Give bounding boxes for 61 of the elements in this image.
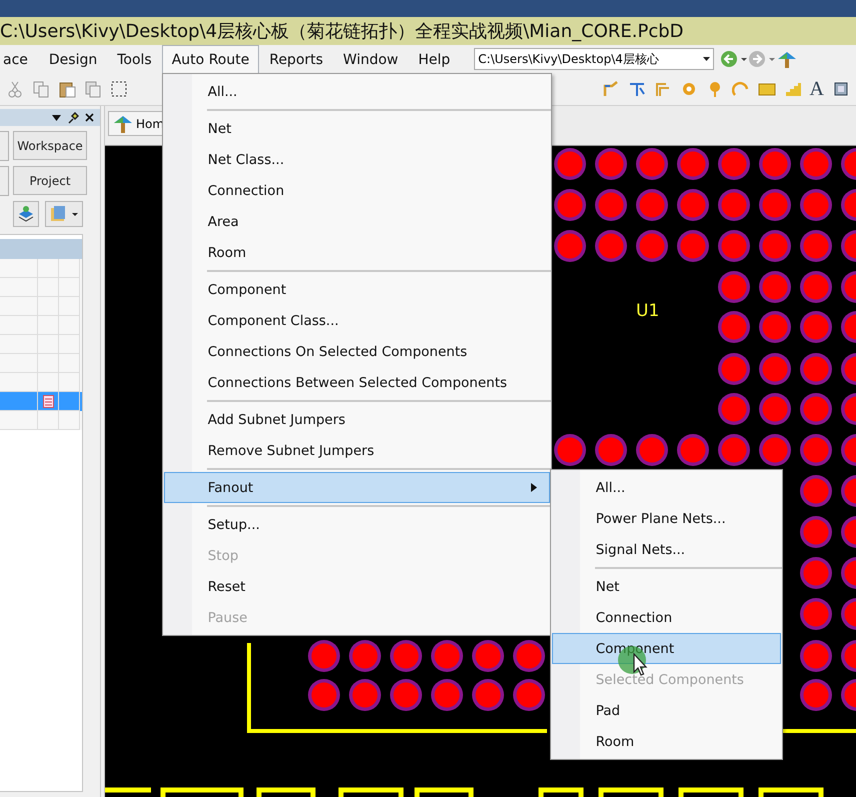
dropdown-caret-icon[interactable] (52, 114, 61, 120)
dropdown-caret-icon[interactable] (703, 57, 710, 61)
menu-bar-item[interactable]: Reports (259, 45, 334, 73)
text-tool-icon[interactable]: A (810, 78, 824, 100)
route-icon[interactable] (628, 80, 646, 98)
submenu-arrow-icon (530, 483, 537, 492)
forward-arrow-icon[interactable] (748, 50, 776, 68)
panel-button-edge[interactable] (0, 131, 9, 161)
menu-item[interactable]: Connections Between Selected Components (164, 367, 550, 398)
path-dropdown[interactable]: C:\Users\Kivy\Desktop\4层核心 (474, 48, 714, 70)
menu-bar-item[interactable]: Window (333, 45, 408, 73)
layer-stack-icon[interactable] (13, 201, 39, 227)
menu-item[interactable]: Remove Subnet Jumpers (164, 435, 550, 466)
menu-item[interactable]: Net (552, 571, 781, 602)
menu-item[interactable]: Power Plane Nets... (552, 503, 781, 534)
component-icon[interactable] (832, 80, 850, 98)
menu-item[interactable]: All... (164, 76, 550, 107)
menu-item[interactable]: Add Subnet Jumpers (164, 404, 550, 435)
menu-item[interactable]: Connection (164, 175, 550, 206)
home-icon (113, 114, 133, 132)
menu-item[interactable]: Reset (164, 571, 550, 602)
copy-icon[interactable] (32, 80, 50, 98)
menu-bar-item[interactable]: Help (408, 45, 460, 73)
panel-button[interactable]: Project (13, 166, 87, 195)
menu-bar-item[interactable]: Auto Route (162, 45, 260, 73)
menu-item[interactable]: Setup... (164, 509, 550, 540)
back-arrow-icon[interactable] (720, 50, 748, 68)
menu-item[interactable]: Connections On Selected Components (164, 336, 550, 367)
menu-item[interactable]: Net (164, 113, 550, 144)
menu-bar-item[interactable]: ace (0, 45, 39, 73)
home-icon[interactable] (776, 50, 798, 68)
route-icon[interactable] (602, 80, 620, 98)
menu-item[interactable]: Signal Nets... (552, 534, 781, 565)
window-title: C:\Users\Kivy\Desktop\4层核心板（菊花链拓扑）全程实战视频\Mian_CORE.PcbD (0, 17, 856, 45)
table-row[interactable] (0, 392, 82, 411)
paste-icon[interactable] (58, 80, 76, 98)
menu-item[interactable]: Area (164, 206, 550, 237)
menu-item[interactable]: Pad (552, 695, 781, 726)
document-dropdown-button[interactable] (45, 201, 83, 227)
document-icon (42, 394, 54, 408)
bar-graph-icon[interactable] (784, 80, 802, 98)
menu-item[interactable]: Component (164, 274, 550, 305)
panel-button-edge[interactable] (0, 166, 9, 196)
arc-icon[interactable] (732, 80, 750, 98)
panel-button[interactable]: Workspace (13, 131, 87, 160)
component-designator: U1 (636, 301, 660, 321)
menu-item[interactable]: Fanout (164, 472, 550, 503)
menu-item[interactable]: All... (552, 472, 781, 503)
pin-icon[interactable] (67, 112, 79, 124)
menu-item[interactable]: Connection (552, 602, 781, 633)
menu-bar-item[interactable]: Tools (107, 45, 162, 73)
menu-bar-item[interactable]: Design (38, 45, 108, 73)
menu-item[interactable]: Net Class... (164, 144, 550, 175)
route-icon[interactable] (654, 80, 672, 98)
cut-icon[interactable] (6, 80, 24, 98)
paste-special-icon[interactable] (84, 80, 102, 98)
select-area-icon[interactable] (110, 80, 128, 98)
menu-item[interactable]: Room (552, 726, 781, 757)
menu-item[interactable]: Component Class... (164, 305, 550, 336)
menu-item[interactable]: Room (164, 237, 550, 268)
close-icon[interactable] (85, 113, 94, 122)
